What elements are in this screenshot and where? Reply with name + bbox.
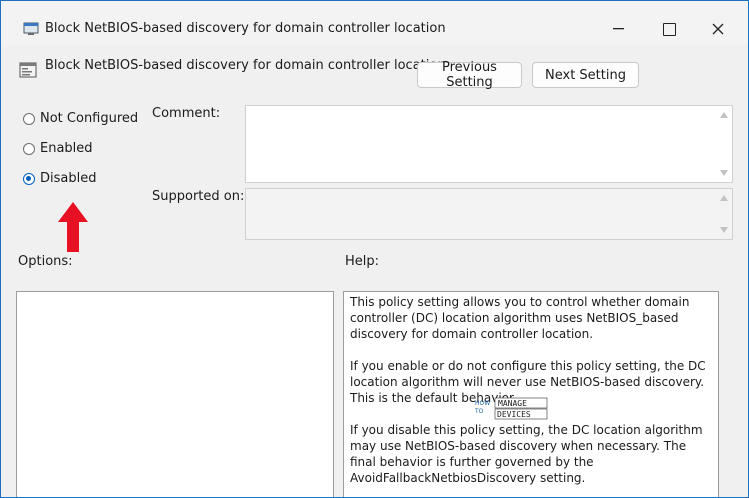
comment-label: Comment:: [152, 106, 221, 121]
group-policy-app-icon: [23, 22, 39, 35]
radio-enabled[interactable]: Enabled: [23, 141, 93, 156]
close-icon: [712, 23, 724, 35]
radio-disabled[interactable]: Disabled: [23, 171, 96, 186]
svg-text:TO: TO: [474, 408, 484, 415]
scroll-up-icon[interactable]: [720, 112, 728, 118]
radio-indicator-selected[interactable]: [23, 172, 35, 185]
policy-dialog: Block NetBIOS-based discovery for domain…: [0, 0, 749, 498]
help-paragraph: This policy setting allows you to contro…: [350, 295, 690, 341]
policy-name: Block NetBIOS-based discovery for domain…: [45, 58, 446, 73]
radio-indicator[interactable]: [23, 142, 35, 155]
radio-label: Enabled: [40, 141, 93, 156]
close-button[interactable]: [695, 13, 741, 45]
options-label: Options:: [18, 254, 73, 269]
red-arrow-annotation: [58, 202, 88, 252]
window-title: Block NetBIOS-based discovery for domain…: [45, 21, 446, 36]
supported-on-label: Supported on:: [152, 189, 245, 204]
radio-label: Not Configured: [40, 111, 139, 126]
svg-text:HOW: HOW: [475, 400, 490, 407]
title-bar[interactable]: Block NetBIOS-based discovery for domain…: [1, 1, 748, 45]
scroll-up-icon[interactable]: [720, 195, 728, 201]
maximize-icon: [662, 22, 676, 36]
comment-scrollbar[interactable]: [716, 106, 732, 182]
next-setting-label: Next Setting: [545, 67, 626, 83]
help-label: Help:: [345, 254, 380, 269]
help-pane[interactable]: This policy setting allows you to contro…: [343, 291, 719, 497]
supported-on-field: [245, 188, 733, 240]
comment-field[interactable]: [245, 105, 733, 183]
howtomanagedevices-watermark-logo: HOW TO MANAGE DEVICES: [474, 397, 548, 420]
supported-on-scrollbar[interactable]: [716, 189, 732, 239]
svg-text:MANAGE: MANAGE: [498, 399, 527, 408]
options-pane: [16, 291, 334, 497]
radio-label: Disabled: [40, 171, 97, 186]
maximize-button[interactable]: [646, 13, 692, 45]
scroll-down-icon[interactable]: [720, 170, 728, 176]
previous-setting-label: Previous Setting: [442, 60, 497, 90]
policy-setting-icon: [19, 62, 37, 78]
radio-not-configured[interactable]: Not Configured: [23, 111, 138, 126]
minimize-button[interactable]: [595, 13, 641, 45]
previous-setting-button[interactable]: Previous Setting: [417, 60, 522, 90]
minimize-icon: [612, 28, 624, 30]
radio-indicator[interactable]: [23, 112, 35, 125]
next-setting-button[interactable]: Next Setting: [532, 62, 639, 88]
help-paragraph: If you disable this policy setting, the …: [350, 423, 703, 485]
svg-text:DEVICES: DEVICES: [497, 410, 531, 419]
scroll-down-icon[interactable]: [720, 227, 728, 233]
